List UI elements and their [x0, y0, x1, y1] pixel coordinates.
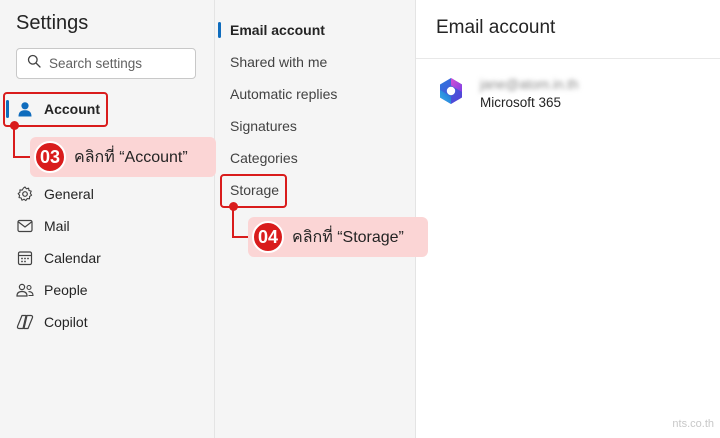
copilot-icon	[16, 313, 34, 331]
search-input[interactable]	[49, 56, 189, 71]
gear-icon	[16, 185, 34, 203]
calendar-icon	[16, 249, 34, 267]
detail-title: Email account	[436, 17, 556, 38]
step4-text: คลิกที่ “Storage”	[292, 228, 404, 246]
step3-callout: 03 คลิกที่ “Account”	[30, 137, 216, 177]
nav-item-copilot[interactable]: Copilot	[16, 309, 88, 335]
account-email: jane@atom.in.th	[480, 77, 579, 92]
nav-label: Calendar	[44, 250, 101, 266]
settings-nav-pane: Settings Account General Mail Calendar	[0, 0, 215, 438]
microsoft-365-logo-icon	[436, 76, 466, 111]
people-icon	[16, 281, 34, 299]
nav-item-mail[interactable]: Mail	[16, 213, 70, 239]
account-entry: jane@atom.in.th Microsoft 365	[436, 76, 579, 111]
nav-item-calendar[interactable]: Calendar	[16, 245, 101, 271]
step3-number: 03	[34, 141, 66, 173]
account-type: Microsoft 365	[480, 95, 562, 110]
step4-callout: 04 คลิกที่ “Storage”	[248, 217, 428, 257]
nav-label: Mail	[44, 218, 70, 234]
submenu-email-account[interactable]: Email account	[230, 19, 325, 41]
search-box[interactable]	[16, 48, 196, 79]
nav-label: Copilot	[44, 314, 88, 330]
nav-item-people[interactable]: People	[16, 277, 88, 303]
step3-text: คลิกที่ “Account”	[74, 148, 188, 166]
account-highlight-box	[3, 92, 108, 127]
nav-item-general[interactable]: General	[16, 181, 94, 207]
nav-label: General	[44, 186, 94, 202]
submenu-categories[interactable]: Categories	[230, 147, 298, 169]
email-account-detail-pane: Email account jane@atom.in.th Microsoft …	[416, 0, 720, 438]
nav-label: People	[44, 282, 88, 298]
submenu-selected-indicator	[218, 22, 221, 38]
watermark: nts.co.th	[672, 418, 714, 430]
settings-title: Settings	[16, 12, 89, 34]
step4-number: 04	[252, 221, 284, 253]
submenu-shared-with-me[interactable]: Shared with me	[230, 51, 327, 73]
search-icon	[27, 54, 41, 73]
submenu-automatic-replies[interactable]: Automatic replies	[230, 83, 337, 105]
divider	[416, 58, 720, 59]
submenu-signatures[interactable]: Signatures	[230, 115, 297, 137]
mail-icon	[16, 217, 34, 235]
